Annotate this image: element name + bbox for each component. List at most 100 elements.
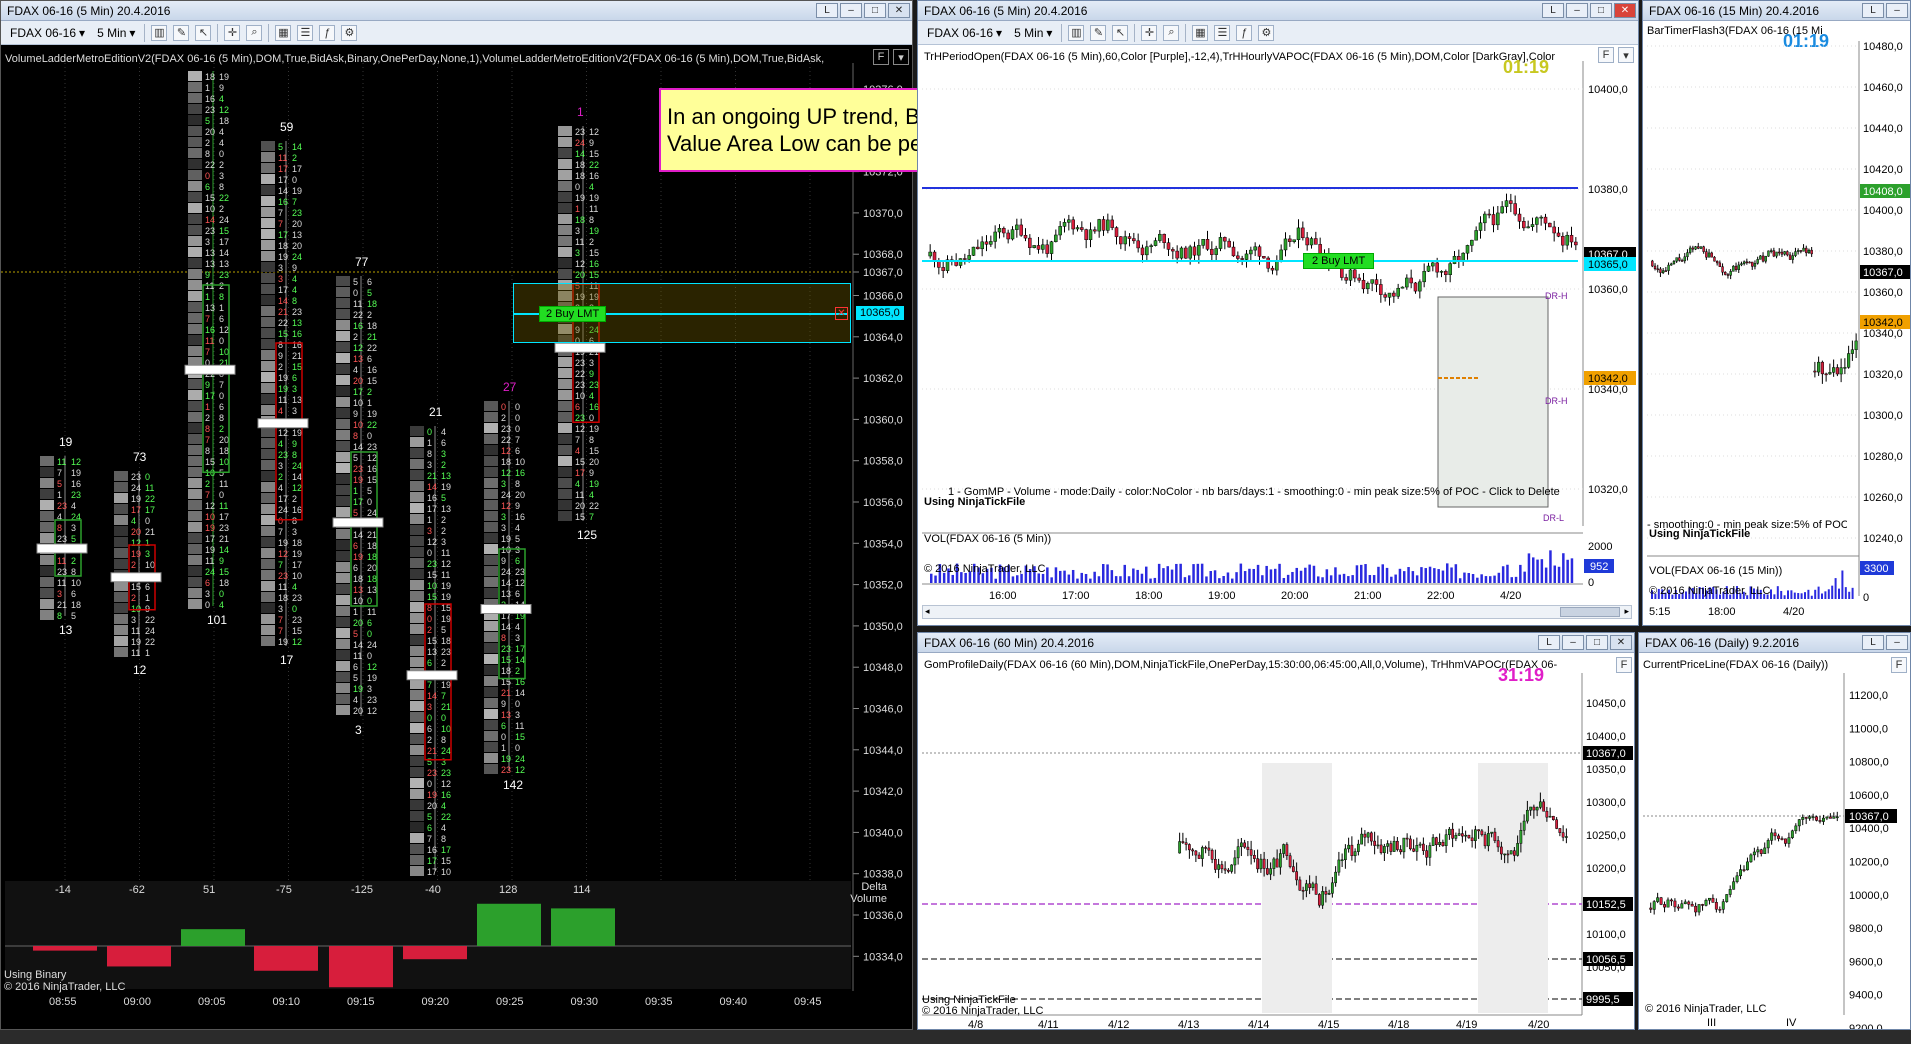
h1-x-tick-label: 4/12 bbox=[1108, 1019, 1129, 1030]
delta-panel-bg bbox=[5, 881, 851, 989]
h1-candle-body bbox=[1486, 833, 1490, 847]
footprint-heat-cell bbox=[188, 577, 202, 587]
m15-candle-body bbox=[1664, 270, 1668, 272]
m5-candle-body bbox=[1361, 279, 1366, 290]
m15-volume-bar bbox=[1851, 587, 1854, 599]
m5-candle-body bbox=[1253, 246, 1257, 251]
footprint-bid-value: 1 bbox=[353, 486, 358, 496]
m5-horizontal-scrollbar[interactable]: ◂ ▸ bbox=[922, 605, 1632, 619]
daily-candle-body bbox=[1745, 861, 1749, 871]
m15-y-tick-label: 10360,0 bbox=[1863, 287, 1903, 299]
m5-volume-bar bbox=[1205, 576, 1208, 583]
footprint-heat-cell bbox=[261, 185, 275, 195]
footprint-ask-value: 12 bbox=[589, 127, 599, 137]
m5-volume-bar bbox=[1222, 576, 1225, 583]
daily-price-chart[interactable]: 11200,0 11000,0 10800,0 10600,0 10400,0 10200… bbox=[1639, 633, 1911, 1030]
m5-candle-body bbox=[932, 251, 937, 262]
footprint-heat-cell bbox=[261, 427, 275, 437]
m5-candle-body bbox=[1145, 246, 1149, 256]
footprint-ask-value: 0 bbox=[367, 497, 372, 507]
footprint-ask-value: 8 bbox=[292, 516, 297, 526]
footprint-bid-value: 15 bbox=[278, 329, 288, 339]
footprint-heat-cell bbox=[261, 218, 275, 228]
footprint-ask-value: 20 bbox=[589, 457, 599, 467]
poc-marker bbox=[406, 670, 458, 681]
h1-candle-body bbox=[1291, 866, 1295, 872]
h1-candle-body bbox=[1548, 815, 1552, 818]
m5-candle-body bbox=[1019, 224, 1023, 236]
footprint-bid-value: 21 bbox=[501, 688, 511, 698]
footprint-heat-cell bbox=[261, 581, 275, 591]
footprint-heat-cell bbox=[410, 767, 424, 777]
footprint-bid-value: 11 bbox=[57, 457, 66, 467]
m15-candle-body bbox=[1661, 270, 1665, 274]
footprint-bid-value: 12 bbox=[278, 549, 288, 559]
footprint-heat-cell bbox=[261, 394, 275, 404]
footprint-bid-value: 12 bbox=[131, 538, 141, 548]
footprint-heat-cell bbox=[261, 163, 275, 173]
m5-volume-bar bbox=[1317, 576, 1320, 583]
m15-candle-body bbox=[1805, 247, 1808, 254]
m15-candle-right-body bbox=[1850, 349, 1854, 354]
daily-chart-window[interactable]: FDAX 06-16 (Daily) 9.2.2016 L – CurrentP… bbox=[1638, 632, 1911, 1030]
scroll-thumb[interactable] bbox=[1560, 607, 1620, 617]
m5-volume-bar bbox=[1063, 570, 1066, 583]
m5-volume-bar bbox=[1102, 564, 1105, 583]
x-tick-label: 09:20 bbox=[422, 996, 450, 1008]
m15-candle-right-body bbox=[1847, 353, 1851, 368]
footprint-ask-value: 23 bbox=[589, 380, 599, 390]
buy-limit-order-label[interactable]: 2 Buy LMT bbox=[539, 306, 607, 322]
footprint-ask-value: 9 bbox=[589, 369, 594, 379]
footprint-heat-cell bbox=[40, 500, 54, 510]
footprint-ask-value: 18 bbox=[367, 321, 377, 331]
m5-chart-window[interactable]: FDAX 06-16 (5 Min) 20.4.2016 L – □ ✕ FDA… bbox=[917, 0, 1639, 626]
footprint-ask-value: 5 bbox=[367, 288, 372, 298]
footprint-heat-cell bbox=[336, 309, 350, 319]
footprint-heat-cell bbox=[558, 214, 572, 224]
y-tick-label: 10350,0 bbox=[863, 621, 903, 633]
h1-candle-body bbox=[1382, 846, 1386, 854]
footprint-heat-cell bbox=[188, 412, 202, 422]
footprint-heat-cell bbox=[484, 467, 498, 477]
daily-candle-body bbox=[1735, 875, 1739, 882]
h1-y-tick-label: 10450,0 bbox=[1586, 698, 1626, 710]
daily-candle-body bbox=[1787, 837, 1791, 844]
footprint-heat-cell bbox=[484, 676, 498, 686]
h1-y-tick-label: 10300,0 bbox=[1586, 797, 1626, 809]
footprint-heat-cell bbox=[336, 551, 350, 561]
h1-chart-window[interactable]: FDAX 06-16 (60 Min) 20.4.2016 L – □ ✕ Go… bbox=[917, 632, 1635, 1030]
m5-volume-bar bbox=[1544, 567, 1548, 583]
m5-buy-limit-order-label[interactable]: 2 Buy LMT bbox=[1303, 253, 1375, 269]
footprint-bid-value: 13 bbox=[353, 354, 363, 364]
footprint-heat-cell bbox=[188, 159, 202, 169]
footprint-ask-value: 4 bbox=[441, 427, 446, 437]
footprint-ask-value: 22 bbox=[589, 160, 599, 170]
m5-volume-bar bbox=[1489, 576, 1492, 583]
m5-y-tick-label: 10340,0 bbox=[1588, 384, 1628, 396]
footprint-heat-cell bbox=[188, 533, 202, 543]
h1-price-chart[interactable]: 10450,0 10400,0 10350,0 10300,0 10250,0 10200… bbox=[918, 633, 1635, 1030]
footprint-bid-value: 17 bbox=[353, 387, 363, 397]
footprint-bid-value: 11 bbox=[131, 626, 140, 636]
scroll-right-arrow[interactable]: ▸ bbox=[1624, 606, 1629, 617]
footprint-ask-value: 1 bbox=[219, 303, 224, 313]
cancel-order-icon[interactable]: ✕ bbox=[835, 307, 848, 320]
footprint-bid-value: 7 bbox=[205, 314, 210, 324]
m5-candle-body bbox=[971, 246, 976, 256]
m15-chart-window[interactable]: FDAX 06-16 (15 Min) 20.4.2016 L – BarTim… bbox=[1642, 0, 1911, 626]
m5-volume-bar bbox=[1153, 577, 1157, 583]
m5-candle-body bbox=[1062, 222, 1067, 227]
footprint-ask-value: 16 bbox=[71, 479, 81, 489]
footprint-heat-cell bbox=[188, 192, 202, 202]
footprint-bid-value: 7 bbox=[278, 626, 283, 636]
footprint-ask-value: 13 bbox=[292, 395, 302, 405]
h1-candle-body bbox=[1555, 819, 1559, 829]
h1-candle-body bbox=[1308, 883, 1312, 888]
footprint-ask-value: 23 bbox=[292, 615, 302, 625]
h1-candle-body bbox=[1477, 829, 1481, 832]
h1-candle-body bbox=[1282, 844, 1286, 854]
footprint-ask-value: 5 bbox=[71, 534, 76, 544]
scroll-left-arrow[interactable]: ◂ bbox=[925, 606, 930, 617]
footprint-ask-value: 3 bbox=[441, 757, 446, 767]
daily-candle-body bbox=[1673, 900, 1677, 908]
